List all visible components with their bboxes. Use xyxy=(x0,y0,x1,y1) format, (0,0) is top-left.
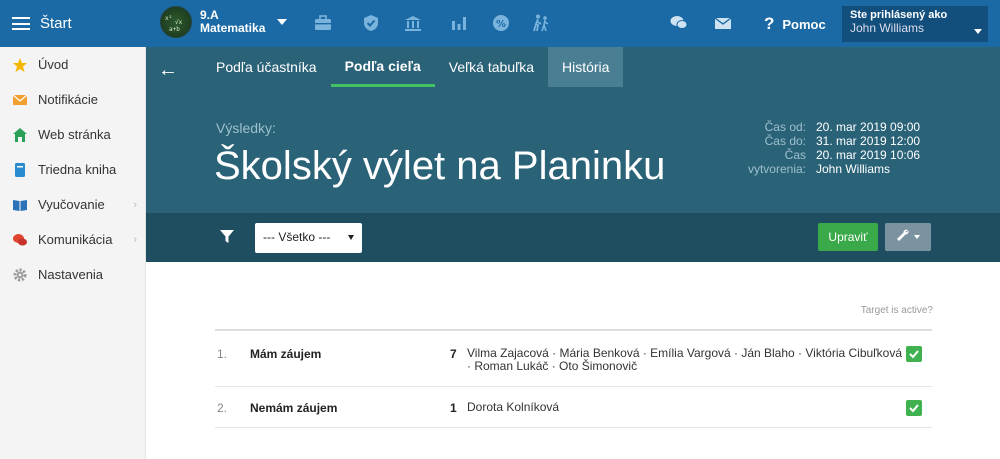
results-list: 1. Mám záujem 7 Vilma Zajacová · Mária B… xyxy=(215,329,932,428)
sidebar-item-triedna-kniha[interactable]: Triedna kniha xyxy=(0,152,145,187)
active-checkbox[interactable] xyxy=(906,400,922,416)
results-label: Výsledky: xyxy=(216,120,276,136)
star-icon xyxy=(12,57,28,73)
shield-check-icon[interactable] xyxy=(360,13,382,33)
envelope-icon[interactable] xyxy=(712,13,734,33)
gear-icon xyxy=(12,267,28,283)
svg-text:%: % xyxy=(496,19,506,30)
list-item: 1. Mám záujem 7 Vilma Zajacová · Mária B… xyxy=(215,331,932,387)
chevron-down-icon xyxy=(277,19,288,25)
filter-select-value: --- Všetko --- xyxy=(263,230,331,244)
meta-key: Čas od: xyxy=(764,120,806,134)
chevron-right-icon: › xyxy=(133,198,137,211)
filter-bar: --- Všetko --- Upraviť xyxy=(146,213,1000,262)
sidebar-item-nastavenia[interactable]: Nastavenia xyxy=(0,257,145,292)
option-name: Nemám záujem xyxy=(250,401,338,415)
list-item: 2. Nemám záujem 1 Dorota Kolníková xyxy=(215,387,932,428)
tab-podla-ciela[interactable]: Podľa cieľa xyxy=(330,47,435,87)
page-title: Školský výlet na Planinku xyxy=(214,144,666,188)
meta-key: vytvorenia: xyxy=(747,162,806,176)
user-caption: Ste prihlásený ako xyxy=(850,9,948,21)
envelope-icon xyxy=(12,92,28,108)
sidebar-item-label: Notifikácie xyxy=(38,92,98,107)
start-menu-button[interactable]: Štart xyxy=(0,0,146,47)
top-bar: Štart x²√xa+b 9.A Matematika % ? Pomoc xyxy=(0,0,1000,47)
sidebar-item-notifikacie[interactable]: Notifikácie xyxy=(0,82,145,117)
sidebar-item-uvod[interactable]: Úvod xyxy=(0,47,145,82)
help-link[interactable]: ? Pomoc xyxy=(764,14,826,34)
institution-icon[interactable] xyxy=(402,13,424,33)
sidebar-item-vyucovanie[interactable]: Vyučovanie › xyxy=(0,187,145,222)
row-number: 2. xyxy=(217,401,228,415)
sidebar-item-label: Úvod xyxy=(38,57,69,72)
sidebar-item-label: Nastavenia xyxy=(38,267,104,282)
meta-key: Čas do: xyxy=(764,134,806,148)
participant-list: Dorota Kolníková xyxy=(467,401,912,414)
sidebar-item-label: Web stránka xyxy=(38,127,111,142)
meta-value: 20. mar 2019 09:00 xyxy=(816,120,921,134)
chat-bubbles-icon[interactable] xyxy=(668,13,690,33)
row-number: 1. xyxy=(217,347,228,361)
meta-key: Čas xyxy=(784,148,806,162)
question-icon: ? xyxy=(764,14,775,33)
chevron-right-icon: › xyxy=(133,233,137,246)
chevron-down-icon xyxy=(914,235,920,239)
option-name: Mám záujem xyxy=(250,347,322,361)
participant-names: · Roman Lukáč · Oto Šimonovič xyxy=(467,359,638,373)
chevron-down-icon xyxy=(348,235,354,240)
filter-icon[interactable] xyxy=(220,230,234,247)
briefcase-icon[interactable] xyxy=(312,13,334,33)
target-active-label: Target is active? xyxy=(860,305,933,316)
active-checkbox[interactable] xyxy=(906,346,922,362)
meta-value: 20. mar 2019 10:06 xyxy=(816,148,921,162)
back-arrow-icon[interactable]: ← xyxy=(158,59,178,82)
participant-list: Vilma Zajacová · Mária Benková · Emília … xyxy=(467,347,912,373)
user-name: John Williams xyxy=(850,21,925,35)
tabs: Podľa účastníka Podľa cieľa Veľká tabuľk… xyxy=(202,47,624,87)
chevron-down-icon xyxy=(974,29,982,34)
tab-podla-ucastnika[interactable]: Podľa účastníka xyxy=(202,47,331,87)
page-header: ← Podľa účastníka Podľa cieľa Veľká tabu… xyxy=(146,47,1000,213)
sidebar-item-label: Vyučovanie xyxy=(38,197,105,212)
wrench-icon xyxy=(896,229,910,246)
tab-historia[interactable]: História xyxy=(547,47,624,87)
sidebar-item-web-stranka[interactable]: Web stránka xyxy=(0,117,145,152)
sidebar: Úvod Notifikácie Web stránka Triedna kni… xyxy=(0,47,146,459)
sidebar-item-komunikacia[interactable]: Komunikácia › xyxy=(0,222,145,257)
tools-dropdown-button[interactable] xyxy=(885,223,931,251)
tab-velka-tabulka[interactable]: Veľká tabuľka xyxy=(435,47,548,87)
event-meta: Čas od: 20. mar 2019 09:00 Čas do: 31. mar… xyxy=(736,120,920,176)
class-avatar: x² √x a+b xyxy=(160,6,192,38)
option-count: 7 xyxy=(450,347,457,361)
home-icon xyxy=(12,127,28,143)
meta-value: 31. mar 2019 12:00 xyxy=(816,134,921,148)
class-selector[interactable]: x² √x a+b 9.A Matematika xyxy=(160,6,288,38)
sidebar-item-label: Komunikácia xyxy=(38,232,113,247)
subject-name: Matematika xyxy=(200,21,266,35)
participant-names: Dorota Kolníková xyxy=(467,400,560,414)
hamburger-icon xyxy=(12,17,30,30)
edit-button[interactable]: Upraviť xyxy=(818,223,878,251)
hiking-icon[interactable] xyxy=(530,13,552,33)
option-count: 1 xyxy=(450,401,457,415)
bar-chart-icon[interactable] xyxy=(448,13,470,33)
help-label: Pomoc xyxy=(782,16,826,32)
user-menu[interactable]: Ste prihlásený ako John Williams xyxy=(842,6,988,42)
meta-value: John Williams xyxy=(816,162,891,176)
book-icon xyxy=(12,162,28,178)
percent-icon[interactable]: % xyxy=(490,13,512,33)
start-label: Štart xyxy=(40,15,72,32)
sidebar-item-label: Triedna kniha xyxy=(38,162,117,177)
chat-icon xyxy=(12,232,28,248)
filter-select[interactable]: --- Všetko --- xyxy=(255,223,362,253)
class-labels: 9.A Matematika xyxy=(200,9,265,35)
open-book-icon xyxy=(12,197,28,213)
